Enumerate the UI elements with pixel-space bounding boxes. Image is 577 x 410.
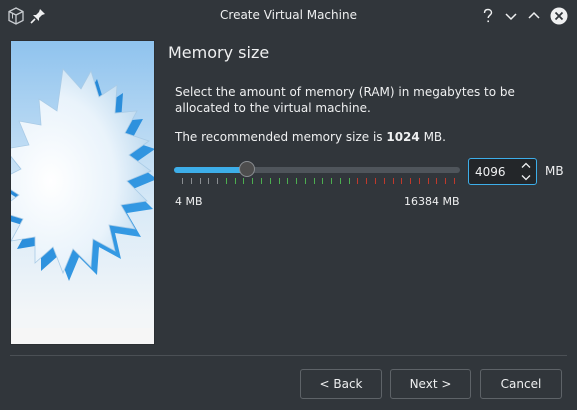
- memory-min-label: 4 MB: [175, 195, 203, 208]
- slider-tick: [454, 178, 455, 184]
- wizard-banner-image: [10, 40, 155, 345]
- spin-up-icon[interactable]: [518, 160, 534, 171]
- recommended-memory-text: The recommended memory size is 1024 MB.: [175, 130, 446, 144]
- slider-tick: [445, 178, 447, 184]
- slider-tick: [410, 178, 412, 184]
- recommended-memory-value: 1024: [386, 130, 420, 144]
- slider-tick: [375, 178, 377, 184]
- slider-tick: [366, 178, 368, 184]
- slider-tick: [348, 178, 350, 184]
- slider-tick: [182, 178, 183, 184]
- memory-unit-label: MB: [545, 164, 564, 178]
- slider-tick: [208, 178, 210, 184]
- slider-tick: [401, 178, 403, 184]
- page-title: Memory size: [168, 43, 270, 62]
- footer-separator: [10, 355, 567, 356]
- memory-slider[interactable]: [172, 158, 462, 188]
- help-icon[interactable]: [478, 6, 498, 26]
- back-button[interactable]: < Back: [300, 369, 382, 399]
- slider-tick: [313, 178, 315, 184]
- slider-tick: [278, 178, 280, 184]
- recommend-suffix: MB.: [419, 130, 446, 144]
- next-button[interactable]: Next >: [390, 369, 471, 399]
- minimize-icon[interactable]: [501, 6, 521, 26]
- spin-down-icon[interactable]: [518, 172, 534, 183]
- close-icon[interactable]: [549, 6, 569, 26]
- slider-fill: [174, 167, 246, 173]
- slider-tick: [252, 178, 254, 184]
- create-vm-dialog: Create Virtual Machine Memory size Selec…: [0, 0, 577, 410]
- slider-tick: [243, 178, 245, 184]
- slider-tick: [199, 178, 201, 184]
- slider-tick: [190, 178, 192, 184]
- memory-input[interactable]: [470, 160, 518, 183]
- slider-tick: [331, 178, 333, 184]
- slider-handle[interactable]: [239, 161, 256, 177]
- slider-tick: [225, 178, 227, 184]
- starburst-graphic: [11, 41, 154, 344]
- cancel-button[interactable]: Cancel: [480, 369, 562, 399]
- memory-max-label: 16384 MB: [404, 195, 460, 208]
- slider-tick: [427, 178, 429, 184]
- memory-spinbox[interactable]: [468, 158, 537, 185]
- slider-tick: [322, 178, 324, 184]
- slider-tick: [304, 178, 306, 184]
- slider-tick: [287, 178, 289, 184]
- slider-tick: [339, 178, 341, 184]
- recommend-prefix: The recommended memory size is: [175, 130, 387, 144]
- title-bar[interactable]: Create Virtual Machine: [0, 0, 577, 32]
- maximize-icon[interactable]: [524, 6, 544, 26]
- slider-tick: [357, 178, 359, 184]
- slider-tick: [217, 178, 219, 184]
- slider-tick: [269, 178, 271, 184]
- slider-tick: [260, 178, 262, 184]
- slider-tick: [383, 178, 385, 184]
- slider-tick: [392, 178, 394, 184]
- slider-tick: [296, 178, 298, 184]
- slider-tick: [234, 178, 236, 184]
- slider-tick: [436, 178, 438, 184]
- memory-description: Select the amount of memory (RAM) in meg…: [175, 85, 515, 115]
- slider-tick: [418, 178, 420, 184]
